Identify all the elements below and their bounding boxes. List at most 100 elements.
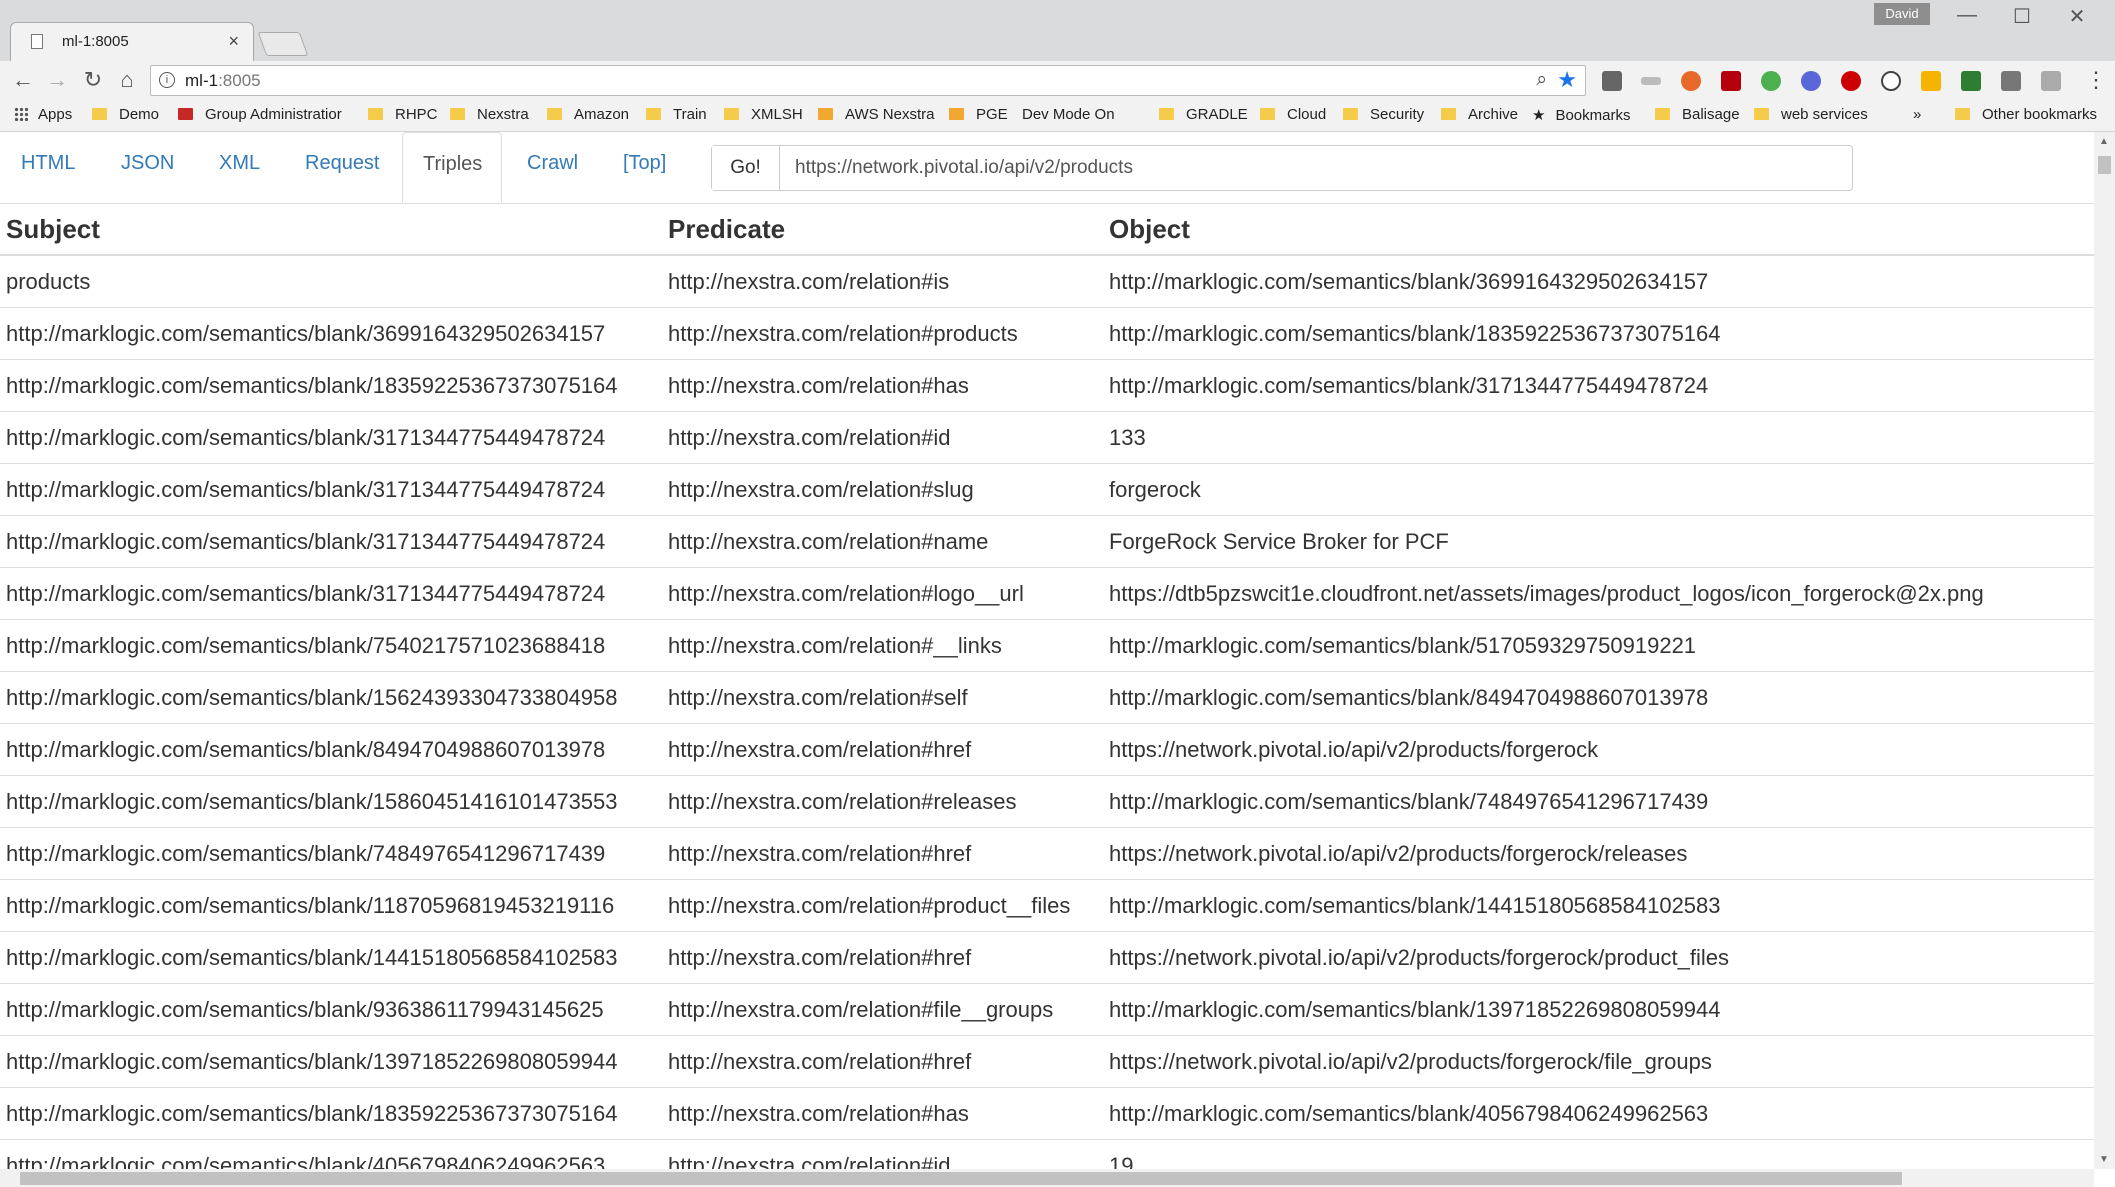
horizontal-scrollbar[interactable] xyxy=(0,1169,2094,1187)
bookmark-item[interactable]: Train xyxy=(646,106,707,123)
extension-icon[interactable] xyxy=(2001,71,2021,91)
extension-icon[interactable] xyxy=(1681,71,1701,91)
table-row: http://marklogic.com/semantics/blank/317… xyxy=(0,515,2094,568)
bookmark-item[interactable]: Group Administratior xyxy=(178,106,342,123)
predicate-cell: http://nexstra.com/relation#products xyxy=(662,307,1103,360)
package-icon xyxy=(949,108,964,120)
extension-icon[interactable] xyxy=(1921,71,1941,91)
table-row: http://marklogic.com/semantics/blank/369… xyxy=(0,307,2094,360)
go-button[interactable]: Go! xyxy=(712,146,780,190)
maximize-icon[interactable]: ☐ xyxy=(1999,4,2045,29)
subject-cell: http://marklogic.com/semantics/blank/183… xyxy=(0,359,662,412)
bookmarks-bar: Apps Demo Group Administratior RHPC Nexs… xyxy=(0,101,2115,253)
predicate-cell: http://nexstra.com/relation#logo__url xyxy=(662,567,1103,620)
table-row: http://marklogic.com/semantics/blank/139… xyxy=(0,1035,2094,1088)
extension-icon[interactable] xyxy=(1602,71,1622,91)
subject-cell: http://marklogic.com/semantics/blank/849… xyxy=(0,723,662,776)
scrollbar-thumb[interactable] xyxy=(20,1172,1902,1185)
folder-icon xyxy=(92,108,107,120)
folder-icon xyxy=(1754,108,1769,120)
table-row: http://marklogic.com/semantics/blank/936… xyxy=(0,983,2094,1036)
new-tab-button[interactable] xyxy=(257,32,309,56)
forward-arrow-icon[interactable]: → xyxy=(42,67,72,93)
predicate-cell: http://nexstra.com/relation#href xyxy=(662,827,1103,880)
column-header-subject: Subject xyxy=(0,204,662,256)
reload-icon[interactable]: ↻ xyxy=(78,67,108,93)
extension-icon[interactable] xyxy=(1801,71,1821,91)
bookmark-apps[interactable]: Apps xyxy=(14,106,72,123)
triples-table: Subject Predicate Object products http://… xyxy=(0,204,2094,1169)
close-tab-icon[interactable]: × xyxy=(228,31,239,52)
table-row: http://marklogic.com/semantics/blank/754… xyxy=(0,619,2094,672)
other-bookmarks[interactable]: Other bookmarks xyxy=(1955,106,2097,123)
bookmark-item[interactable]: Balisage xyxy=(1655,106,1740,123)
home-icon[interactable]: ⌂ xyxy=(112,67,142,93)
vertical-scrollbar[interactable]: ▲ ▼ xyxy=(2094,132,2115,1169)
tab-triples[interactable]: Triples xyxy=(402,132,502,203)
folder-icon xyxy=(1159,108,1174,120)
tab-xml[interactable]: XML xyxy=(219,152,260,175)
extension-icon[interactable] xyxy=(1841,71,1861,91)
bookmark-item[interactable]: web services xyxy=(1754,106,1868,123)
url-form: Go! https://network.pivotal.io/api/v2/pr… xyxy=(711,145,1853,191)
predicate-cell: http://nexstra.com/relation#id xyxy=(662,1139,1103,1169)
bookmark-item[interactable]: Dev Mode On xyxy=(1022,106,1115,253)
scrollbar-thumb[interactable] xyxy=(2098,156,2111,174)
tab-triples-label: Triples xyxy=(423,153,483,175)
bookmark-item[interactable]: Nexstra xyxy=(450,106,529,123)
back-arrow-icon[interactable]: ← xyxy=(8,67,38,93)
object-cell: http://marklogic.com/semantics/blank/405… xyxy=(1103,1087,2094,1140)
bookmark-item[interactable]: Demo xyxy=(92,106,159,123)
bookmarks-overflow-button[interactable]: » xyxy=(1913,106,1921,123)
table-row: http://marklogic.com/semantics/blank/317… xyxy=(0,463,2094,516)
bookmark-star-icon[interactable]: ★ xyxy=(1557,67,1577,93)
minimize-icon[interactable]: — xyxy=(1944,4,1990,27)
info-icon[interactable]: i xyxy=(159,72,175,88)
bookmark-item[interactable]: Amazon xyxy=(547,106,629,123)
folder-icon xyxy=(1260,108,1275,120)
bookmark-item[interactable]: Cloud xyxy=(1260,106,1326,123)
bookmark-item[interactable]: GRADLE xyxy=(1159,106,1248,123)
bookmark-item[interactable]: XMLSH xyxy=(724,106,803,123)
tab-json[interactable]: JSON xyxy=(121,152,174,175)
close-window-icon[interactable]: ✕ xyxy=(2054,4,2100,29)
browser-toolbar: ← → ↻ ⌂ i ml-1:8005 ⌕ ★ ⋮ xyxy=(0,61,2115,102)
subject-cell: http://marklogic.com/semantics/blank/317… xyxy=(0,411,662,464)
object-cell: http://marklogic.com/semantics/blank/139… xyxy=(1103,983,2094,1036)
table-row: products http://nexstra.com/relation#is ht… xyxy=(0,254,2094,308)
object-cell: https://network.pivotal.io/api/v2/produc… xyxy=(1103,827,2094,880)
bookmark-item[interactable]: ★ Bookmarks xyxy=(1532,106,1630,124)
tab-html[interactable]: HTML xyxy=(21,152,75,175)
menu-icon[interactable]: ⋮ xyxy=(2085,67,2107,93)
folder-icon xyxy=(724,108,739,120)
bookmark-item[interactable]: PGE xyxy=(949,106,1008,123)
object-cell: http://marklogic.com/semantics/blank/144… xyxy=(1103,879,2094,932)
bookmark-item[interactable]: Archive xyxy=(1441,106,1518,123)
object-cell: http://marklogic.com/semantics/blank/517… xyxy=(1103,619,2094,672)
bookmark-item[interactable]: RHPC xyxy=(368,106,438,123)
bookmark-item[interactable]: Security xyxy=(1343,106,1424,123)
url-input[interactable]: https://network.pivotal.io/api/v2/produc… xyxy=(795,157,1133,179)
tab-crawl[interactable]: Crawl xyxy=(527,152,578,175)
table-row: http://marklogic.com/semantics/blank/118… xyxy=(0,879,2094,932)
extension-icon[interactable] xyxy=(1881,71,1901,91)
pdf-extension-icon[interactable] xyxy=(1721,71,1741,91)
browser-tab[interactable]: ml-1:8005 × xyxy=(10,22,254,61)
zoom-icon[interactable]: ⌕ xyxy=(1536,69,1547,91)
address-bar[interactable]: i ml-1:8005 ⌕ ★ xyxy=(150,65,1586,96)
scroll-down-icon[interactable]: ▼ xyxy=(2099,1154,2109,1165)
tab-request[interactable]: Request xyxy=(305,152,380,175)
column-header-predicate: Predicate xyxy=(662,204,1103,256)
extension-icon[interactable] xyxy=(2041,71,2061,91)
predicate-cell: http://nexstra.com/relation#self xyxy=(662,671,1103,724)
extension-icon[interactable] xyxy=(1641,77,1661,85)
extension-icon[interactable] xyxy=(1761,71,1781,91)
extension-icon[interactable] xyxy=(1961,71,1981,91)
profile-badge[interactable]: David xyxy=(1874,3,1930,25)
predicate-cell: http://nexstra.com/relation#href xyxy=(662,723,1103,776)
bookmark-item[interactable]: AWS Nexstra xyxy=(818,106,934,123)
subject-cell: http://marklogic.com/semantics/blank/405… xyxy=(0,1139,662,1169)
scroll-up-icon[interactable]: ▲ xyxy=(2099,136,2109,147)
tab-top[interactable]: [Top] xyxy=(623,152,666,175)
browser-titlebar: ml-1:8005 × David — ☐ ✕ xyxy=(0,0,2115,61)
